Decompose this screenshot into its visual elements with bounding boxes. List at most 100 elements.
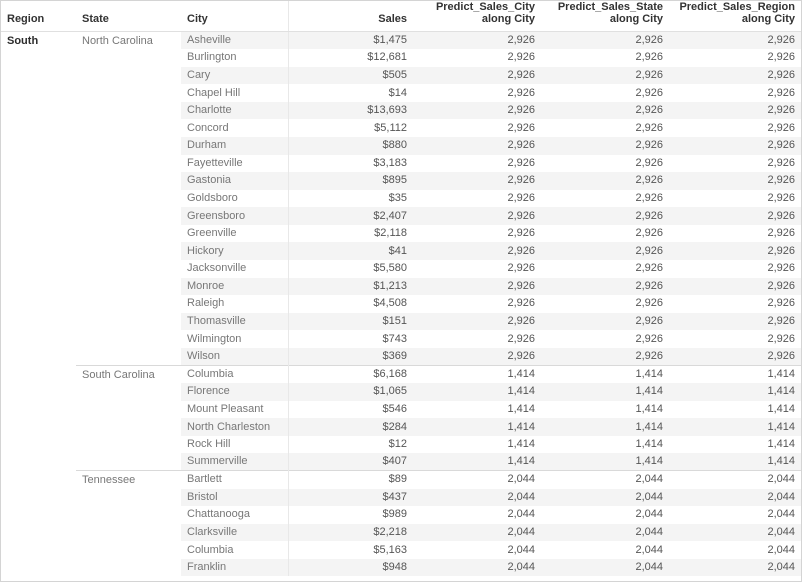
table-row[interactable]: Bristol $437 2,044 2,044 2,044 — [1, 488, 801, 507]
table-row[interactable]: Gastonia $895 2,926 2,926 2,926 — [1, 172, 801, 190]
table-header: Region State City Sales Predict_Sales_Ci… — [1, 1, 801, 32]
cell-region: South — [7, 35, 39, 47]
cell-predict-sales-city: 2,044 — [413, 488, 541, 507]
column-header-predict-sales-city-line2: along City — [481, 13, 535, 25]
table-row[interactable]: Greensboro $2,407 2,926 2,926 2,926 — [1, 207, 801, 225]
table-row[interactable]: Concord $5,112 2,926 2,926 2,926 — [1, 119, 801, 137]
cell-predict-sales-state: 2,044 — [541, 470, 669, 489]
table-row[interactable]: Durham $880 2,926 2,926 2,926 — [1, 136, 801, 155]
cell-sales: $880 — [288, 136, 413, 155]
table-row[interactable]: Hickory $41 2,926 2,926 2,926 — [1, 242, 801, 261]
table-row[interactable]: Summerville $407 1,414 1,414 1,414 — [1, 453, 801, 471]
table-row[interactable]: Chapel Hill $14 2,926 2,926 2,926 — [1, 84, 801, 102]
cell-city: Durham — [181, 136, 289, 155]
cell-predict-sales-city: 2,926 — [507, 332, 535, 345]
cell-sales: $3,183 — [373, 156, 407, 169]
cell-sales: $14 — [388, 86, 407, 99]
table-row[interactable]: Columbia $5,163 2,044 2,044 2,044 — [1, 541, 801, 559]
table-row[interactable]: Thomasville $151 2,926 2,926 2,926 — [1, 312, 801, 331]
table-row[interactable]: Burlington $12,681 2,926 2,926 2,926 — [1, 49, 801, 67]
cell-predict-sales-region: 1,414 — [669, 418, 801, 436]
column-header-predict-sales-city[interactable]: Predict_Sales_City along City — [413, 1, 541, 32]
cell-predict-sales-region: 2,926 — [767, 297, 795, 310]
cell-city: Summerville — [181, 453, 289, 471]
cell-predict-sales-state: 2,044 — [541, 488, 669, 507]
table-row[interactable]: North Charleston $284 1,414 1,414 1,414 — [1, 418, 801, 436]
cell-city: Concord — [181, 119, 289, 137]
column-header-state[interactable]: State — [76, 1, 181, 32]
cell-predict-sales-city: 2,044 — [413, 523, 541, 542]
table-row[interactable]: Raleigh $4,508 2,926 2,926 2,926 — [1, 295, 801, 313]
column-header-sales[interactable]: Sales — [287, 1, 413, 32]
table-body: South North Carolina Asheville $1,475 2,926 2… — [1, 31, 801, 577]
cell-region — [1, 559, 76, 577]
cell-sales: $284 — [288, 418, 413, 436]
table-row[interactable]: Monroe $1,213 2,926 2,926 2,926 — [1, 277, 801, 296]
cell-region — [1, 489, 76, 507]
table-row[interactable]: Fayetteville $3,183 2,926 2,926 2,926 — [1, 154, 801, 173]
cell-predict-sales-region: 2,926 — [669, 136, 801, 155]
table-row[interactable]: Charlotte $13,693 2,926 2,926 2,926 — [1, 101, 801, 120]
cell-predict-sales-city: 1,414 — [413, 453, 541, 471]
cell-state — [76, 313, 181, 331]
table-row[interactable]: Clarksville $2,218 2,044 2,044 2,044 — [1, 523, 801, 542]
cell-sales: $989 — [382, 508, 407, 521]
table-row[interactable]: Rock Hill $12 1,414 1,414 1,414 — [1, 435, 801, 454]
cell-predict-sales-state: 1,414 — [541, 418, 669, 436]
cell-predict-sales-city: 2,926 — [507, 51, 535, 64]
table-row[interactable]: Franklin $948 2,044 2,044 2,044 — [1, 558, 801, 577]
cell-predict-sales-state: 2,926 — [635, 297, 663, 310]
cell-region — [1, 84, 76, 102]
cell-predict-sales-state: 2,926 — [635, 51, 663, 64]
table-row[interactable]: Tennessee Bartlett $89 2,044 2,044 2,044 — [1, 470, 801, 489]
cell-predict-sales-region: 1,414 — [767, 438, 795, 451]
cell-predict-sales-region: 2,926 — [669, 101, 801, 120]
cell-state — [76, 49, 181, 67]
table-row[interactable]: Chattanooga $989 2,044 2,044 2,044 — [1, 506, 801, 524]
cell-city: Thomasville — [181, 312, 289, 331]
cell-predict-sales-state: 2,926 — [635, 191, 663, 204]
cell-region — [1, 418, 76, 436]
table-row[interactable]: Goldsboro $35 2,926 2,926 2,926 — [1, 189, 801, 208]
cell-region — [1, 506, 76, 524]
cell-region — [1, 260, 76, 278]
cell-city: Fayetteville — [181, 154, 289, 173]
cell-city: Wilson — [181, 347, 289, 366]
table-row[interactable]: Wilson $369 2,926 2,926 2,926 — [1, 347, 801, 366]
table-row[interactable]: Wilmington $743 2,926 2,926 2,926 — [1, 330, 801, 348]
cell-predict-sales-region: 2,926 — [767, 191, 795, 204]
table-row[interactable]: Jacksonville $5,580 2,926 2,926 2,926 — [1, 260, 801, 278]
table-row[interactable]: Mount Pleasant $546 1,414 1,414 1,414 — [1, 400, 801, 419]
column-header-predict-sales-region-line1: Predict_Sales_Region — [679, 1, 795, 13]
column-header-city[interactable]: City — [181, 1, 288, 32]
cell-city: Chapel Hill — [181, 84, 289, 102]
cell-city: Asheville — [181, 31, 289, 50]
column-header-predict-sales-state[interactable]: Predict_Sales_State along City — [541, 1, 669, 32]
cell-city: Rock Hill — [181, 435, 289, 454]
table-row[interactable]: South North Carolina Asheville $1,475 2,926 2… — [1, 31, 801, 50]
table-row[interactable]: Cary $505 2,926 2,926 2,926 — [1, 66, 801, 85]
cell-state — [76, 383, 181, 401]
cell-state — [76, 260, 181, 278]
cell-city: Bristol — [181, 488, 289, 507]
table-row[interactable]: Florence $1,065 1,414 1,414 1,414 — [1, 383, 801, 401]
cell-region — [1, 137, 76, 155]
cell-predict-sales-city: 2,926 — [413, 207, 541, 225]
column-header-predict-sales-region[interactable]: Predict_Sales_Region along City — [669, 1, 801, 32]
cell-region — [1, 401, 76, 419]
column-header-region[interactable]: Region — [1, 1, 76, 32]
cell-sales: $948 — [288, 558, 413, 577]
cell-sales: $89 — [288, 470, 413, 489]
cell-predict-sales-state: 2,926 — [541, 172, 669, 190]
cell-sales: $12 — [388, 438, 407, 451]
cell-state — [76, 137, 181, 155]
column-header-predict-sales-state-line2: along City — [609, 13, 663, 25]
column-header-region-label: Region — [7, 13, 45, 25]
cell-city: Hickory — [181, 242, 289, 261]
cell-state — [76, 401, 181, 419]
table-row[interactable]: Greenville $2,118 2,926 2,926 2,926 — [1, 224, 801, 243]
cell-sales: $369 — [288, 347, 413, 366]
cell-predict-sales-region: 2,926 — [669, 31, 801, 50]
cell-predict-sales-city: 2,926 — [507, 156, 535, 169]
table-row[interactable]: South Carolina Columbia $6,168 1,414 1,414 1,… — [1, 364, 801, 384]
